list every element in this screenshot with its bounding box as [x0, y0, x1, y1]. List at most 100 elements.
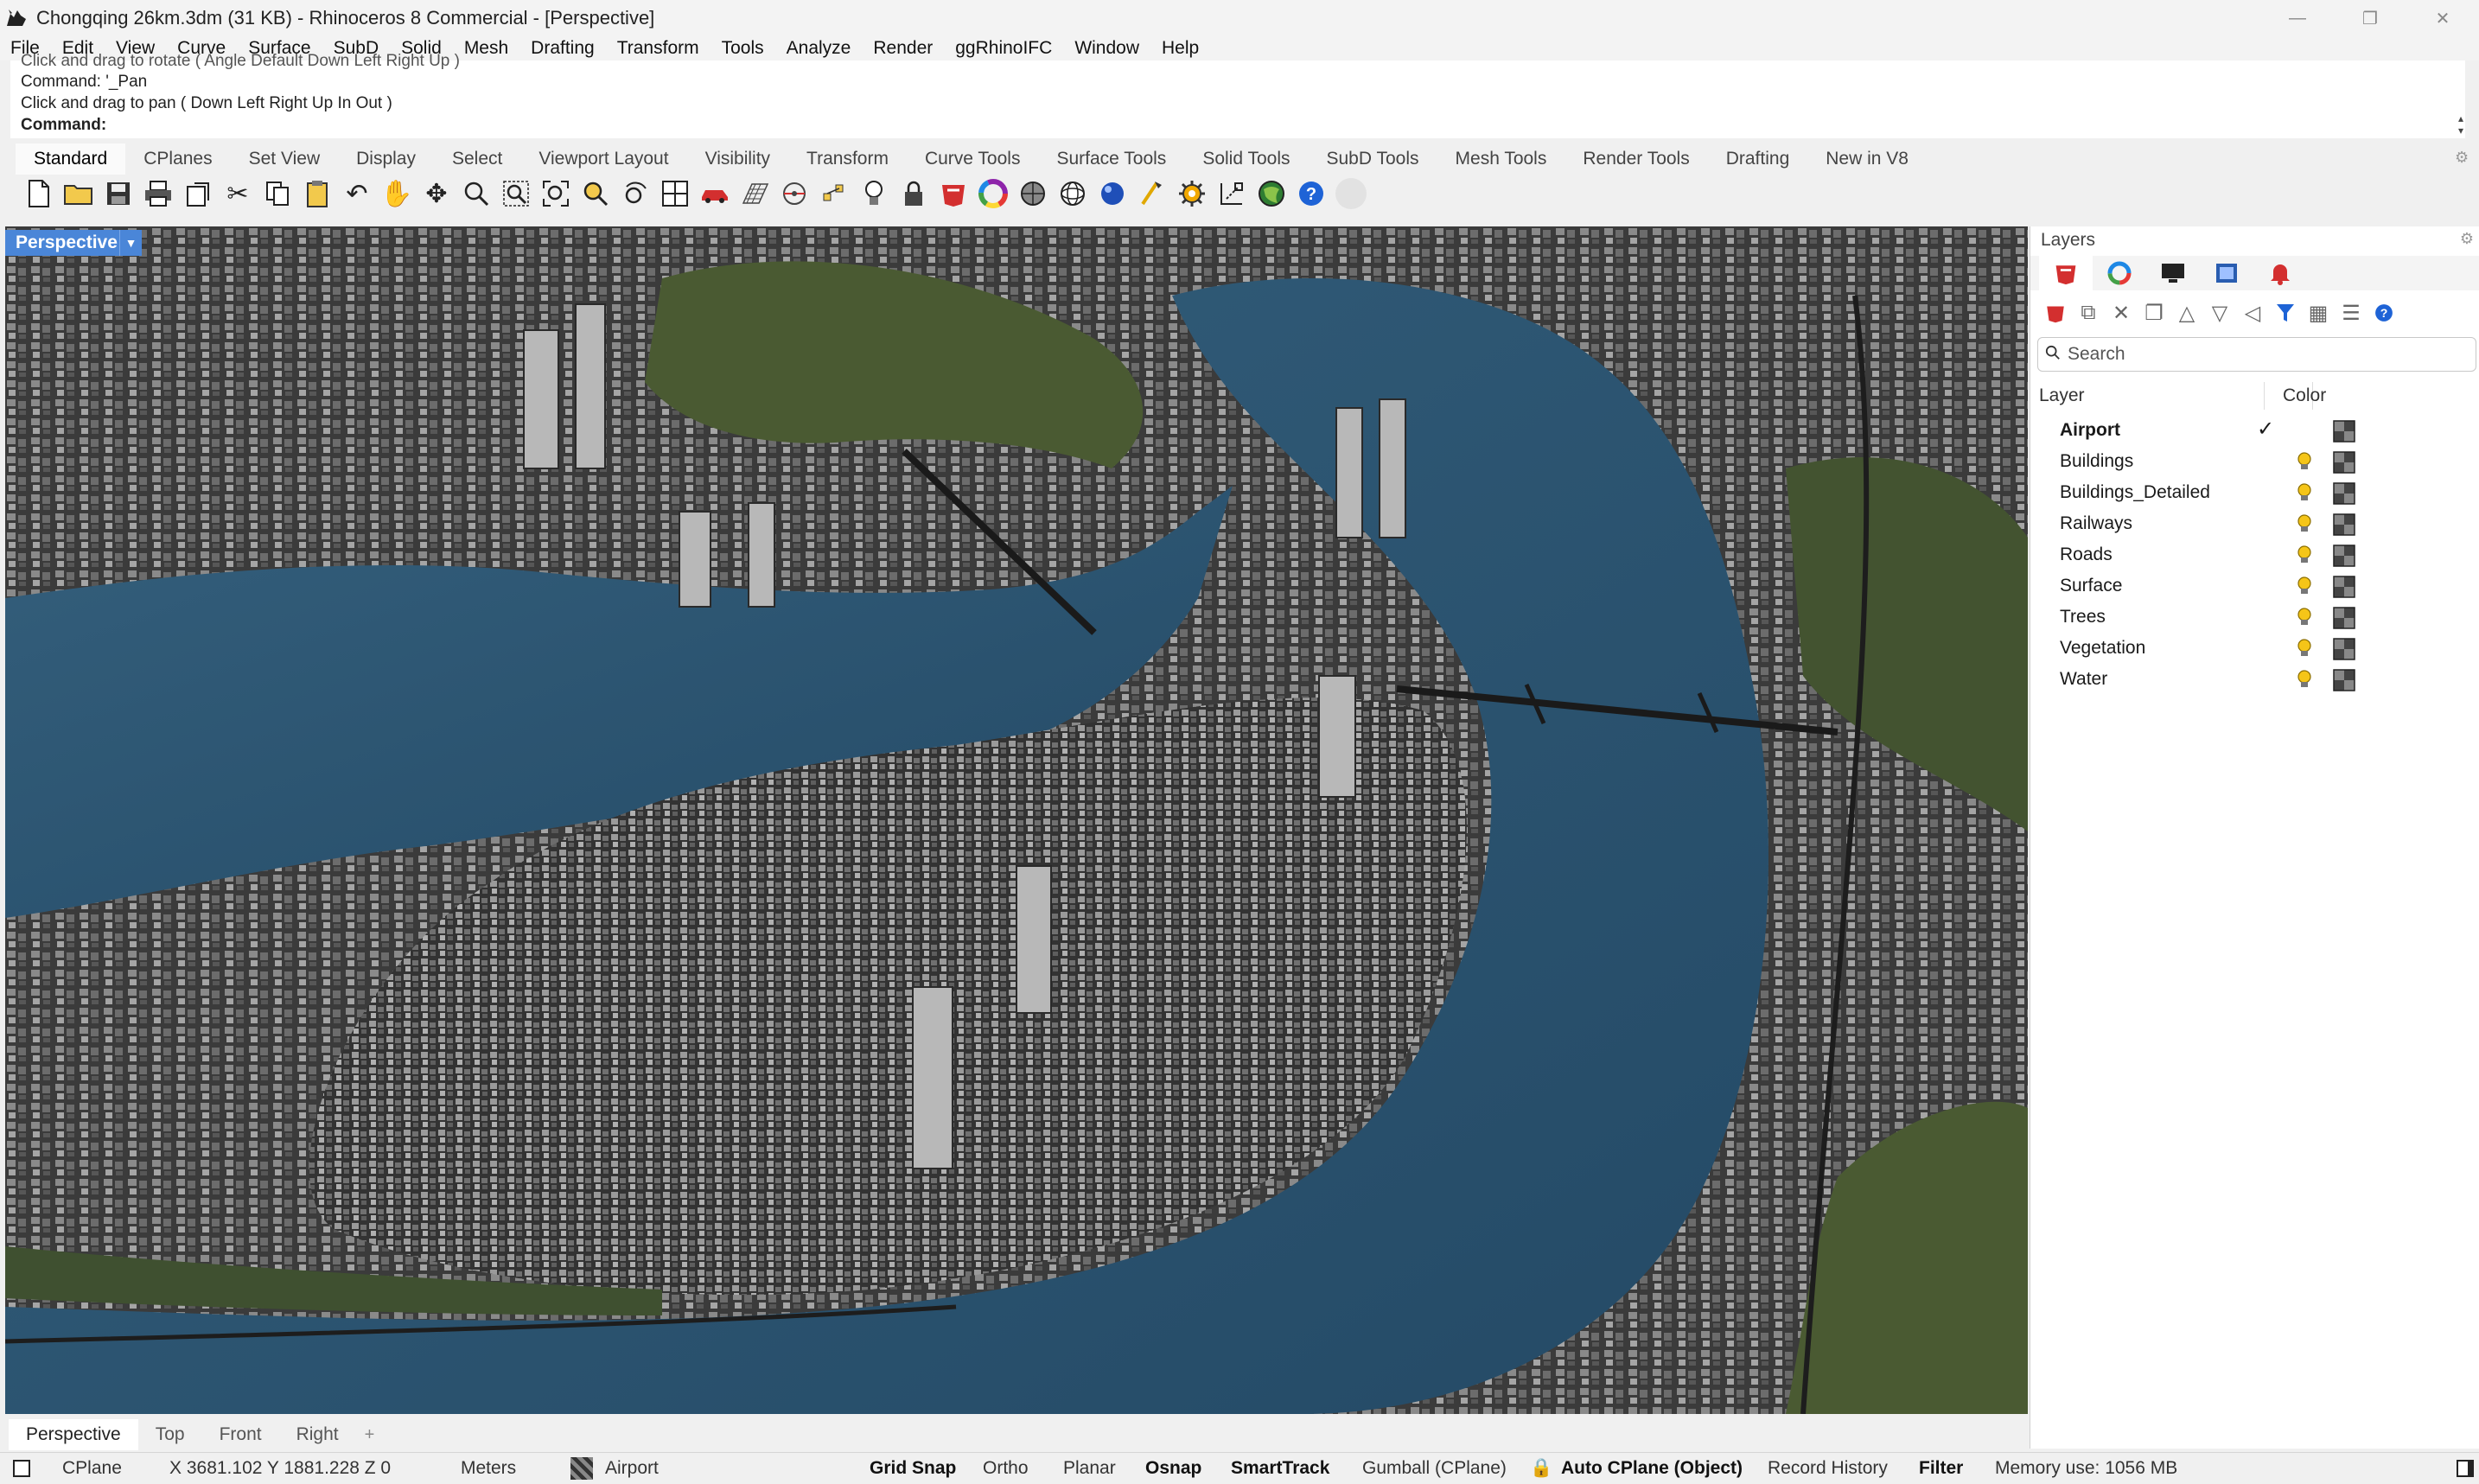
- menu-tools[interactable]: Tools: [722, 38, 764, 59]
- tab-new-in-v8[interactable]: New in V8: [1807, 143, 1927, 175]
- duplicate-layer-icon[interactable]: ❐: [2138, 296, 2170, 330]
- grid-snap-toggle[interactable]: Grid Snap: [870, 1453, 956, 1484]
- layer-name[interactable]: Airport: [2060, 420, 2120, 441]
- menu-drafting[interactable]: Drafting: [531, 38, 595, 59]
- lightbulb-icon[interactable]: [2295, 451, 2314, 472]
- layer-row[interactable]: Water: [2030, 664, 2479, 695]
- layer-icon[interactable]: [934, 175, 973, 213]
- cut-icon[interactable]: ✂: [218, 175, 258, 213]
- help-icon[interactable]: ?: [1291, 175, 1331, 213]
- layer-row[interactable]: Railways: [2030, 508, 2479, 539]
- save-icon[interactable]: [99, 175, 138, 213]
- lightbulb-icon[interactable]: [854, 175, 894, 213]
- zoom-selected-icon[interactable]: [576, 175, 615, 213]
- table-view-icon[interactable]: ▦: [2302, 296, 2335, 330]
- auto-cplane-toggle[interactable]: Auto CPlane (Object): [1561, 1453, 1743, 1484]
- print-icon[interactable]: [138, 175, 178, 213]
- menu-mesh[interactable]: Mesh: [464, 38, 508, 59]
- viewport-tab-perspective[interactable]: Perspective: [9, 1419, 138, 1450]
- named-views-tab-icon[interactable]: [2200, 256, 2253, 290]
- display-tab-icon[interactable]: [2146, 256, 2200, 290]
- undo-icon[interactable]: ↶: [337, 175, 377, 213]
- tab-cplanes[interactable]: CPlanes: [125, 143, 230, 175]
- tab-solid-tools[interactable]: Solid Tools: [1184, 143, 1308, 175]
- four-views-icon[interactable]: [655, 175, 695, 213]
- zoom-window-icon[interactable]: [496, 175, 536, 213]
- menu-list-icon[interactable]: ☰: [2335, 296, 2367, 330]
- osnap-toggle[interactable]: Osnap: [1145, 1453, 1201, 1484]
- status-cplane[interactable]: CPlane: [62, 1453, 122, 1484]
- notifications-bell-icon[interactable]: [2253, 256, 2307, 290]
- lightbulb-icon[interactable]: [2295, 638, 2314, 659]
- render-sphere-icon[interactable]: [1093, 175, 1132, 213]
- menu-ggrhinoifc[interactable]: ggRhinoIFC: [955, 38, 1052, 59]
- layer-row[interactable]: Surface: [2030, 570, 2479, 602]
- tab-set-view[interactable]: Set View: [231, 143, 339, 175]
- ortho-toggle[interactable]: Ortho: [983, 1453, 1029, 1484]
- toolbar-settings-gear-icon[interactable]: ⚙: [2455, 149, 2472, 166]
- grid-icon[interactable]: [735, 175, 774, 213]
- globe-icon[interactable]: [1252, 175, 1291, 213]
- tab-standard[interactable]: Standard: [16, 143, 126, 175]
- layer-row[interactable]: Buildings_Detailed: [2030, 477, 2479, 508]
- layer-color-swatch[interactable]: [2333, 482, 2355, 505]
- lightbulb-icon[interactable]: [2295, 576, 2314, 596]
- tab-render-tools[interactable]: Render Tools: [1565, 143, 1707, 175]
- options-gear-icon[interactable]: [1172, 175, 1212, 213]
- new-sublayer-icon[interactable]: ⧉: [2072, 296, 2105, 330]
- select-icon[interactable]: [1132, 175, 1172, 213]
- menu-window[interactable]: Window: [1074, 38, 1139, 59]
- delete-layer-icon[interactable]: ✕: [2105, 296, 2138, 330]
- lightbulb-icon[interactable]: [2295, 669, 2314, 690]
- color-wheel-icon[interactable]: [973, 175, 1013, 213]
- move-icon[interactable]: ✥: [417, 175, 456, 213]
- layer-name[interactable]: Buildings_Detailed: [2060, 482, 2210, 503]
- tab-transform[interactable]: Transform: [788, 143, 907, 175]
- copy-icon[interactable]: [258, 175, 297, 213]
- perspective-viewport[interactable]: [5, 226, 2028, 1414]
- add-viewport-plus-icon[interactable]: +: [356, 1425, 384, 1445]
- maximize-button[interactable]: ❐: [2334, 0, 2406, 36]
- tab-curve-tools[interactable]: Curve Tools: [907, 143, 1039, 175]
- menu-transform[interactable]: Transform: [617, 38, 699, 59]
- smarttrack-toggle[interactable]: SmartTrack: [1231, 1453, 1329, 1484]
- zoom-extents-icon[interactable]: [536, 175, 576, 213]
- shaded-sphere-icon[interactable]: [1013, 175, 1053, 213]
- panel-help-icon[interactable]: ?: [2367, 296, 2400, 330]
- viewport-tab-right[interactable]: Right: [279, 1419, 356, 1450]
- status-layer-swatch-icon[interactable]: [570, 1453, 593, 1484]
- current-layer-check-icon[interactable]: ✓: [2257, 417, 2274, 442]
- search-input[interactable]: [2068, 344, 2448, 365]
- tab-subd-tools[interactable]: SubD Tools: [1309, 143, 1437, 175]
- layer-name[interactable]: Water: [2060, 669, 2107, 690]
- wireframe-sphere-icon[interactable]: [1053, 175, 1093, 213]
- layer-color-swatch[interactable]: [2333, 451, 2355, 474]
- layer-color-swatch[interactable]: [2333, 669, 2355, 691]
- tab-drafting[interactable]: Drafting: [1708, 143, 1808, 175]
- layer-name[interactable]: Trees: [2060, 607, 2106, 627]
- paste-icon[interactable]: [297, 175, 337, 213]
- status-units[interactable]: Meters: [461, 1453, 516, 1484]
- lightbulb-icon[interactable]: [2295, 482, 2314, 503]
- pan-hand-icon[interactable]: ✋: [377, 175, 417, 213]
- layer-name[interactable]: Roads: [2060, 545, 2113, 565]
- lightbulb-icon[interactable]: [2295, 545, 2314, 565]
- blank-circle-icon[interactable]: [1331, 175, 1371, 213]
- col-layer-header[interactable]: Layer: [2039, 385, 2085, 406]
- layers-tab-icon[interactable]: [2039, 256, 2093, 290]
- layer-name[interactable]: Railways: [2060, 513, 2132, 534]
- command-prompt[interactable]: Command:: [21, 114, 106, 137]
- dimension-icon[interactable]: [1212, 175, 1252, 213]
- layer-row[interactable]: Roads: [2030, 539, 2479, 570]
- layer-color-swatch[interactable]: [2333, 420, 2355, 443]
- record-history-toggle[interactable]: Record History: [1768, 1453, 1888, 1484]
- layer-color-swatch[interactable]: [2333, 607, 2355, 629]
- col-color-header[interactable]: Color: [2283, 385, 2326, 406]
- tab-display[interactable]: Display: [338, 143, 434, 175]
- lock-icon[interactable]: 🔒: [1530, 1453, 1552, 1484]
- tab-select[interactable]: Select: [434, 143, 520, 175]
- move-to-parent-icon[interactable]: ◁: [2236, 296, 2269, 330]
- gumball-toggle[interactable]: Gumball (CPlane): [1362, 1453, 1507, 1484]
- lightbulb-icon[interactable]: [2295, 513, 2314, 534]
- status-current-layer[interactable]: Airport: [605, 1453, 659, 1484]
